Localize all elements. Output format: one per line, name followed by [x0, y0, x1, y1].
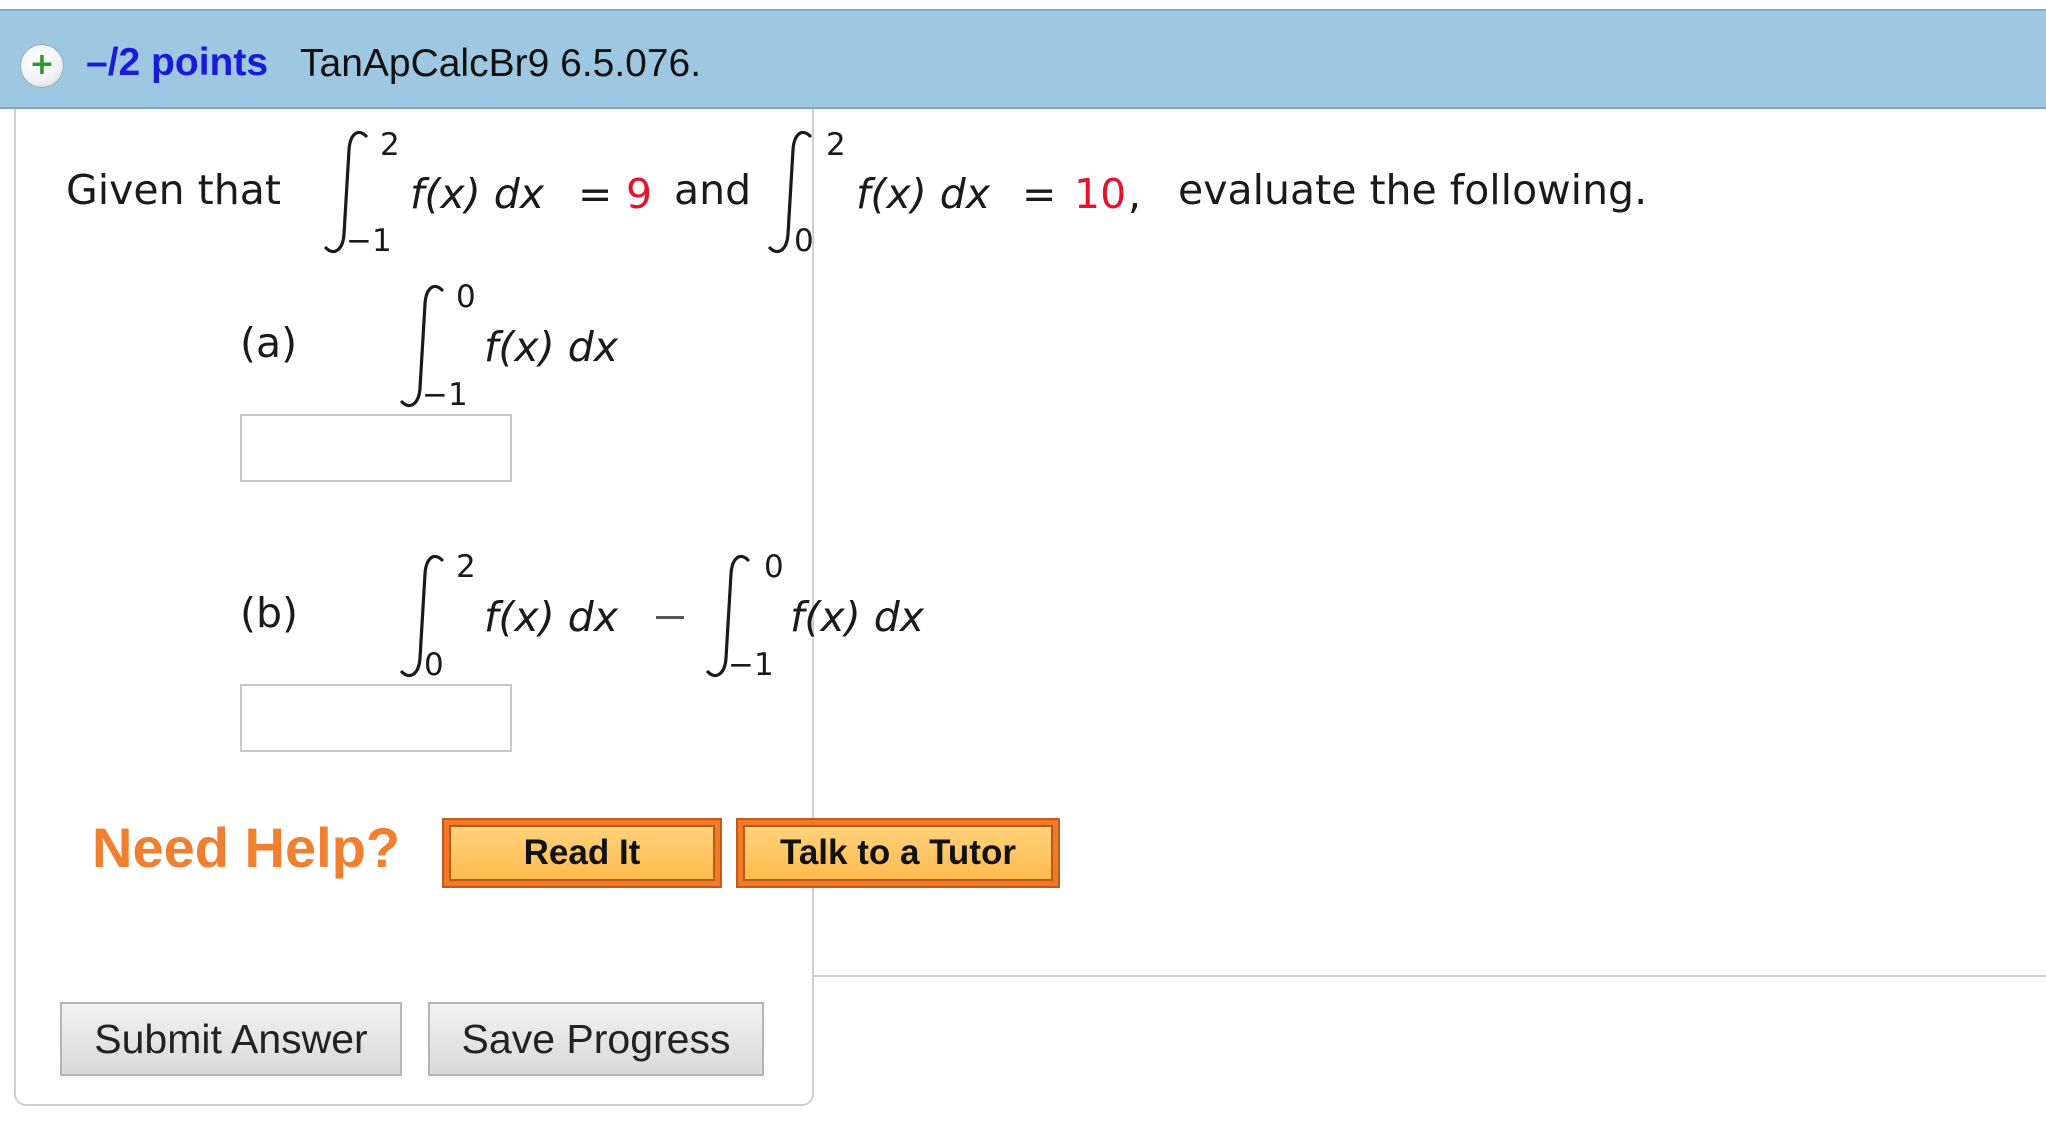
part-a-label: (a): [240, 319, 298, 367]
part-b-answer-input[interactable]: [240, 684, 512, 752]
integral-1-upper: 2: [380, 127, 400, 163]
read-it-button[interactable]: Read It: [442, 818, 722, 888]
integral-2-equals: =: [1022, 170, 1057, 218]
part-b-left-upper: 2: [456, 549, 476, 585]
minus-operator-icon: [656, 616, 684, 619]
and-text: and: [674, 166, 752, 214]
part-b-right-upper: 0: [764, 549, 784, 585]
given-text: Given that: [66, 166, 281, 214]
integral-2-upper: 2: [826, 127, 846, 163]
question-page: + –/2 points TanApCalcBr9 6.5.076. Given…: [0, 0, 2046, 1148]
integral-1-value: 9: [626, 170, 653, 218]
submit-answer-button[interactable]: Submit Answer: [60, 1002, 402, 1076]
part-b-right-lower: −1: [728, 647, 774, 683]
part-a-lower: −1: [422, 377, 468, 413]
read-it-label: Read It: [449, 825, 715, 881]
need-help-label: Need Help?: [92, 816, 401, 879]
part-a-integrand: f(x) dx: [484, 323, 619, 371]
problem-id: TanApCalcBr9 6.5.076.: [300, 42, 702, 85]
integral-1-equals: =: [578, 170, 613, 218]
part-b-right-integrand: f(x) dx: [790, 593, 925, 641]
frame-divider: [812, 975, 2046, 977]
talk-to-tutor-button[interactable]: Talk to a Tutor: [736, 818, 1060, 888]
integral-1-integrand: f(x) dx: [410, 170, 545, 218]
evaluate-text: evaluate the following.: [1178, 166, 1648, 214]
part-a-answer-input[interactable]: [240, 414, 512, 482]
save-progress-button[interactable]: Save Progress: [428, 1002, 764, 1076]
plus-icon: +: [29, 47, 55, 82]
integral-1-lower: −1: [346, 223, 392, 259]
question-header: + –/2 points TanApCalcBr9 6.5.076.: [0, 9, 2046, 109]
integral-2-integrand: f(x) dx: [856, 170, 991, 218]
part-b-label: (b): [240, 589, 299, 637]
integral-2-lower: 0: [794, 223, 814, 259]
expand-button[interactable]: +: [20, 44, 64, 88]
talk-to-tutor-label: Talk to a Tutor: [743, 825, 1053, 881]
part-b-left-lower: 0: [424, 647, 444, 683]
part-a-upper: 0: [456, 279, 476, 315]
part-b-left-integrand: f(x) dx: [484, 593, 619, 641]
integral-2-comma: ,: [1128, 170, 1142, 218]
points-label: –/2 points: [86, 41, 269, 84]
integral-2-value: 10: [1074, 170, 1127, 218]
